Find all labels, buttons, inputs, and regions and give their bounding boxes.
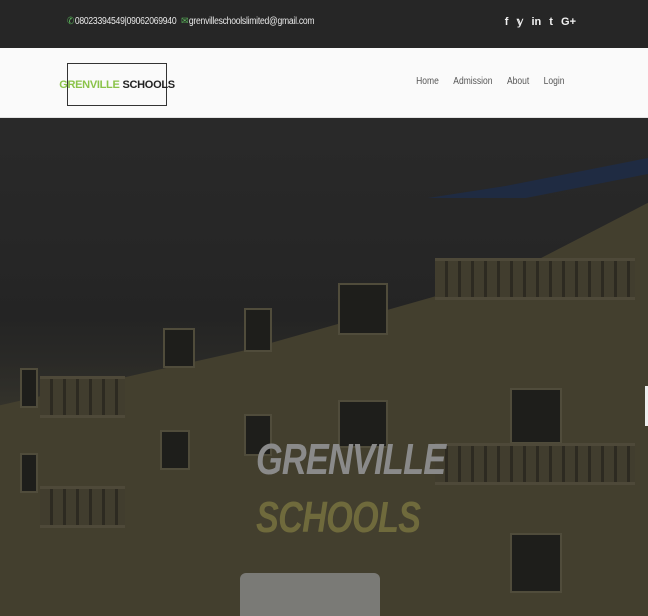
site-logo[interactable]: GRENVILLE SCHOOLS [59,63,175,106]
linkedin-icon[interactable]: in [531,16,541,28]
nav-about[interactable]: About [507,76,529,87]
top-bar: ✆08023394549|09062069940 ✉grenvilleschoo… [0,0,648,48]
hero-title: GRENVILLE [256,435,446,484]
nav-login[interactable]: Login [543,76,564,87]
social-links: f 𝕪 in t G+ [500,15,576,28]
logo-text-schools: SCHOOLS [122,78,175,91]
google-plus-icon[interactable]: G+ [561,16,576,28]
contact-info: ✆08023394549|09062069940 ✉grenvilleschoo… [67,16,315,27]
phone-number[interactable]: 08023394549|09062069940 [75,16,177,27]
hero-subtitle: SCHOOLS [256,493,421,542]
nav-home[interactable]: Home [416,76,439,87]
nav-menu: Home Admission About Login [416,76,564,87]
logo-text-grenville: GRENVILLE [59,78,120,91]
email-address[interactable]: grenvilleschoolslimited@gmail.com [189,16,315,27]
phone-icon: ✆ [67,16,74,27]
nav-admission[interactable]: Admission [453,76,492,87]
twitter-icon[interactable]: 𝕪 [517,16,524,28]
facebook-icon[interactable]: f [505,16,509,28]
tumblr-icon[interactable]: t [549,16,553,28]
main-navbar: GRENVILLE SCHOOLS Home Admission About L… [0,48,648,118]
hero-banner: GRENVILLE SCHOOLS [0,118,648,616]
email-icon: ✉ [181,16,189,27]
